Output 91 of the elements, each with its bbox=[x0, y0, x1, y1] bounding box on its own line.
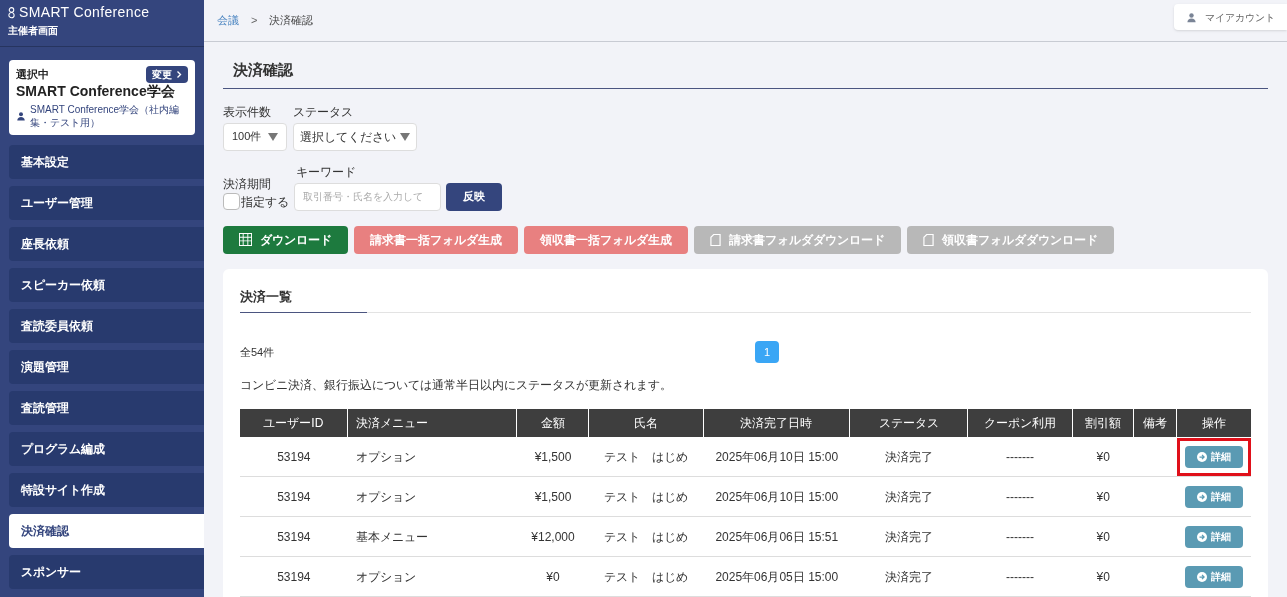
table-cell-text: ¥0 bbox=[1095, 528, 1111, 546]
table-cell-text: ¥0 bbox=[545, 568, 561, 586]
sidebar-item[interactable]: 演題管理 bbox=[9, 349, 204, 384]
account-name: SMART Conference学会（社内編集・テスト用） bbox=[30, 102, 181, 129]
sidebar-item[interactable]: スピーカー依頼 bbox=[9, 267, 204, 302]
table-cell-text: 53194 bbox=[276, 488, 312, 506]
table-cell-text: オプション bbox=[354, 568, 417, 586]
table-cell-text: 決済完了 bbox=[883, 528, 934, 546]
change-button[interactable]: 変更 bbox=[146, 66, 188, 83]
column-header: 操作 bbox=[1201, 415, 1228, 432]
column-header: 氏名 bbox=[588, 409, 704, 437]
sidebar-item[interactable]: 決済確認 bbox=[9, 513, 204, 548]
table-cell-text: 2025年06月05日 15:00 bbox=[714, 568, 840, 586]
table-cell-text: 2025年06月10日 15:00 bbox=[714, 448, 840, 466]
table-cell-text: テスト はじめ bbox=[603, 528, 690, 546]
column-header: ユーザーID bbox=[240, 409, 348, 437]
app-logo: SMART Conference bbox=[19, 3, 150, 22]
table-cell-text: ¥0 bbox=[1095, 488, 1111, 506]
apply-button[interactable]: 反映 bbox=[446, 182, 502, 211]
user-icon bbox=[16, 110, 26, 121]
sidebar-item[interactable]: 座長依頼 bbox=[9, 226, 204, 261]
column-header: 金額 bbox=[517, 409, 589, 437]
dropdown-icon bbox=[268, 132, 278, 141]
table-cell-text: 2025年06月06日 15:51 bbox=[714, 528, 840, 546]
table-cell-text: テスト はじめ bbox=[603, 568, 690, 586]
keyword-label: キーワード bbox=[296, 163, 357, 181]
column-header: ステータス bbox=[850, 409, 968, 437]
table-cell-text: ------- bbox=[1005, 488, 1035, 506]
column-header: 割引額 bbox=[1072, 409, 1135, 437]
keyword-field[interactable]: 取引番号・氏名を入力して bbox=[294, 182, 441, 211]
logo-icon bbox=[8, 6, 15, 19]
action-button[interactable]: ダウンロード bbox=[223, 225, 348, 254]
user-icon bbox=[1186, 11, 1197, 23]
sidebar-item[interactable]: 特設サイト作成 bbox=[9, 472, 204, 507]
period-checkbox[interactable] bbox=[223, 193, 240, 210]
arrow-right-circle-icon bbox=[1197, 571, 1207, 582]
app-subtitle: 主催者画面 bbox=[8, 24, 59, 38]
dropdown-icon bbox=[400, 132, 410, 141]
breadcrumb-separator: > bbox=[251, 13, 258, 29]
table-cell-text: 決済完了 bbox=[883, 448, 934, 466]
column-header: 決済メニュー bbox=[347, 409, 518, 437]
sidebar-item[interactable]: 基本設定 bbox=[9, 144, 204, 179]
status-label: ステータス bbox=[293, 103, 354, 121]
table-cell-text: ¥1,500 bbox=[533, 488, 573, 506]
arrow-right-circle-icon bbox=[1197, 451, 1207, 462]
list-title: 決済一覧 bbox=[240, 286, 367, 313]
table-cell-text: ------- bbox=[1005, 528, 1035, 546]
sidebar-item[interactable]: プログラム編成 bbox=[9, 431, 204, 466]
table-cell-text: 2025年06月10日 15:00 bbox=[714, 488, 840, 506]
table-cell-text: 基本メニュー bbox=[354, 528, 429, 546]
table-cell-text: ------- bbox=[1005, 568, 1035, 586]
table-cell-text: ¥12,000 bbox=[530, 528, 576, 546]
table-cell-text: 決済完了 bbox=[883, 568, 934, 586]
total-count: 全54件 bbox=[240, 344, 275, 360]
chevron-right-icon bbox=[176, 70, 182, 79]
column-header: 備考 bbox=[1134, 409, 1178, 437]
table-cell-text: オプション bbox=[354, 488, 417, 506]
sidebar-item[interactable]: 査読管理 bbox=[9, 390, 204, 425]
breadcrumb-current: 決済確認 bbox=[269, 13, 314, 29]
sidebar-item[interactable]: 査読委員依頼 bbox=[9, 308, 204, 343]
period-checkbox-label: 指定する bbox=[241, 193, 289, 211]
period-label: 決済期間 bbox=[223, 175, 272, 193]
table-cell-text: ¥0 bbox=[1095, 568, 1111, 586]
table-cell-text: 53194 bbox=[276, 528, 312, 546]
table-icon bbox=[239, 233, 252, 246]
table-cell-text: テスト はじめ bbox=[603, 448, 690, 466]
sidebar-item[interactable]: スポンサー bbox=[9, 554, 204, 589]
sidebar-item[interactable]: ユーザー管理 bbox=[9, 185, 204, 220]
count-select[interactable]: 100件 bbox=[223, 122, 287, 151]
status-note: コンビニ決済、銀行振込については通常半日以内にステータスが更新されます。 bbox=[240, 377, 673, 394]
breadcrumb-link[interactable]: 会議 bbox=[217, 12, 239, 29]
arrow-right-circle-icon bbox=[1197, 531, 1207, 542]
column-header: 決済完了日時 bbox=[703, 409, 851, 437]
status-select[interactable]: 選択してください bbox=[293, 122, 417, 151]
arrow-right-circle-icon bbox=[1197, 491, 1207, 502]
count-label: 表示件数 bbox=[223, 103, 272, 121]
table-cell-text: オプション bbox=[354, 448, 417, 466]
table-cell-text: 53194 bbox=[276, 448, 312, 466]
table-cell-text: ¥1,500 bbox=[533, 448, 573, 466]
table-cell-text: ¥0 bbox=[1095, 448, 1111, 466]
table-cell-text: 決済完了 bbox=[883, 488, 934, 506]
document-icon bbox=[923, 232, 934, 247]
table-cell-text: 53194 bbox=[276, 568, 312, 586]
table-cell-text: テスト はじめ bbox=[603, 488, 690, 506]
column-header: クーポン利用 bbox=[967, 409, 1073, 437]
selected-label: 選択中 bbox=[16, 67, 49, 83]
org-name: SMART Conference学会 bbox=[16, 83, 176, 101]
account-button[interactable]: マイアカウント bbox=[1174, 4, 1287, 30]
table-cell-text: ------- bbox=[1005, 448, 1035, 466]
page-title: 決済確認 bbox=[233, 60, 294, 80]
document-icon bbox=[710, 232, 721, 247]
